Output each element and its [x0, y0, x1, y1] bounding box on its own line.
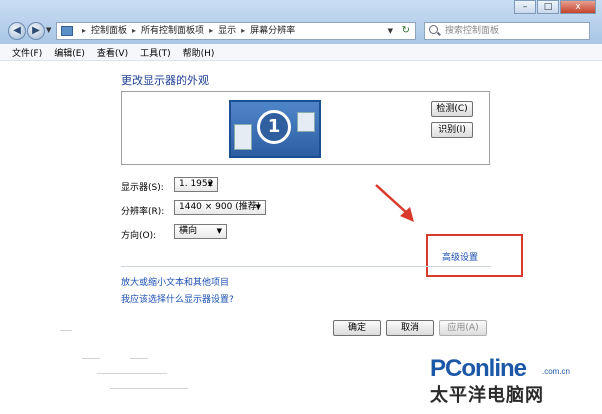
divider [121, 266, 491, 267]
identify-button[interactable]: 识别(I) [431, 122, 473, 138]
window-controls: – □ x [513, 0, 596, 14]
cancel-button[interactable]: 取消 [386, 320, 434, 336]
forward-button[interactable]: ▶ [27, 22, 45, 40]
address-bar[interactable]: ▸ 控制面板 ▸ 所有控制面板项 ▸ 显示 ▸ 屏幕分辨率 ▼ ↻ [56, 22, 416, 40]
detect-button[interactable]: 检测(C) [431, 101, 473, 117]
resolution-select-value: 1440 × 900 (推荐) [179, 202, 261, 212]
menu-bar: 文件(F) 编辑(E) 查看(V) 工具(T) 帮助(H) [0, 44, 602, 61]
navigation-bar: ◀ ▶ ▼ ▸ 控制面板 ▸ 所有控制面板项 ▸ 显示 ▸ 屏幕分辨率 ▼ ↻ … [0, 20, 602, 42]
breadcrumb-display[interactable]: 显示 [218, 23, 236, 39]
divider [97, 373, 167, 374]
display-label: 显示器(S): [121, 183, 164, 193]
pconline-watermark-logo: PConline .com.cn 太平洋电脑网 [430, 355, 595, 410]
chevron-down-icon: ▼ [216, 227, 222, 235]
orientation-select[interactable]: 横向 ▼ [174, 224, 227, 239]
breadcrumb-control-panel[interactable]: 控制面板 [91, 23, 127, 39]
chevron-right-icon: ▸ [132, 26, 137, 35]
divider [130, 358, 148, 359]
advanced-settings-link[interactable]: 高级设置 [442, 250, 478, 263]
control-panel-icon [61, 26, 73, 36]
pointer-arrow-annotation [375, 184, 414, 222]
chevron-down-icon: ▼ [207, 180, 213, 188]
monitor-1-thumbnail[interactable]: 1 [229, 100, 321, 158]
breadcrumb-screen-resolution[interactable]: 屏幕分辨率 [250, 23, 295, 39]
orientation-select-value: 横向 [179, 226, 198, 236]
menu-tools[interactable]: 工具(T) [140, 46, 171, 59]
page-title: 更改显示器的外观 [121, 74, 209, 87]
display-arrangement-panel: 1 检测(C) 识别(I) [121, 91, 490, 165]
chevron-down-icon: ▼ [255, 203, 261, 211]
address-dropdown-icon[interactable]: ▼ [388, 23, 393, 39]
close-button[interactable]: x [560, 0, 596, 14]
window-thumbnail-icon [297, 112, 315, 132]
search-icon [429, 25, 438, 34]
menu-help[interactable]: 帮助(H) [183, 46, 215, 59]
apply-button: 应用(A) [439, 320, 487, 336]
refresh-icon[interactable]: ↻ [402, 23, 410, 39]
chevron-right-icon: ▸ [241, 26, 246, 35]
display-settings-help-link[interactable]: 我应该选择什么显示器设置? [121, 292, 234, 305]
logo-domain-text: .com.cn [542, 367, 571, 376]
search-placeholder: 搜索控制面板 [445, 26, 500, 36]
divider [82, 358, 100, 359]
menu-edit[interactable]: 编辑(E) [54, 46, 85, 59]
resolution-select[interactable]: 1440 × 900 (推荐) ▼ [174, 200, 266, 215]
menu-view[interactable]: 查看(V) [97, 46, 128, 59]
divider [60, 330, 72, 331]
breadcrumb-all-items[interactable]: 所有控制面板项 [141, 23, 204, 39]
window-titlebar: – □ x ◀ ▶ ▼ ▸ 控制面板 ▸ 所有控制面板项 ▸ 显示 ▸ 屏幕分辨… [0, 0, 602, 45]
maximize-button[interactable]: □ [537, 0, 559, 14]
logo-brand-text: PConline [430, 355, 527, 382]
text-size-link[interactable]: 放大或缩小文本和其他项目 [121, 275, 229, 288]
window-thumbnail-icon [234, 124, 252, 150]
divider [110, 388, 188, 389]
monitor-number-badge: 1 [257, 110, 291, 144]
menu-file[interactable]: 文件(F) [12, 46, 42, 59]
back-button[interactable]: ◀ [8, 22, 26, 40]
display-select[interactable]: 1. 1952 ▼ [174, 177, 218, 192]
search-input[interactable]: 搜索控制面板 [424, 22, 590, 40]
orientation-label: 方向(O): [121, 231, 157, 241]
chevron-right-icon: ▸ [209, 26, 214, 35]
minimize-button[interactable]: – [514, 0, 536, 14]
ok-button[interactable]: 确定 [333, 320, 381, 336]
logo-chinese-text: 太平洋电脑网 [430, 385, 544, 406]
chevron-right-icon: ▸ [82, 26, 87, 35]
recent-pages-dropdown-icon[interactable]: ▼ [46, 26, 51, 34]
resolution-label: 分辨率(R): [121, 207, 165, 217]
